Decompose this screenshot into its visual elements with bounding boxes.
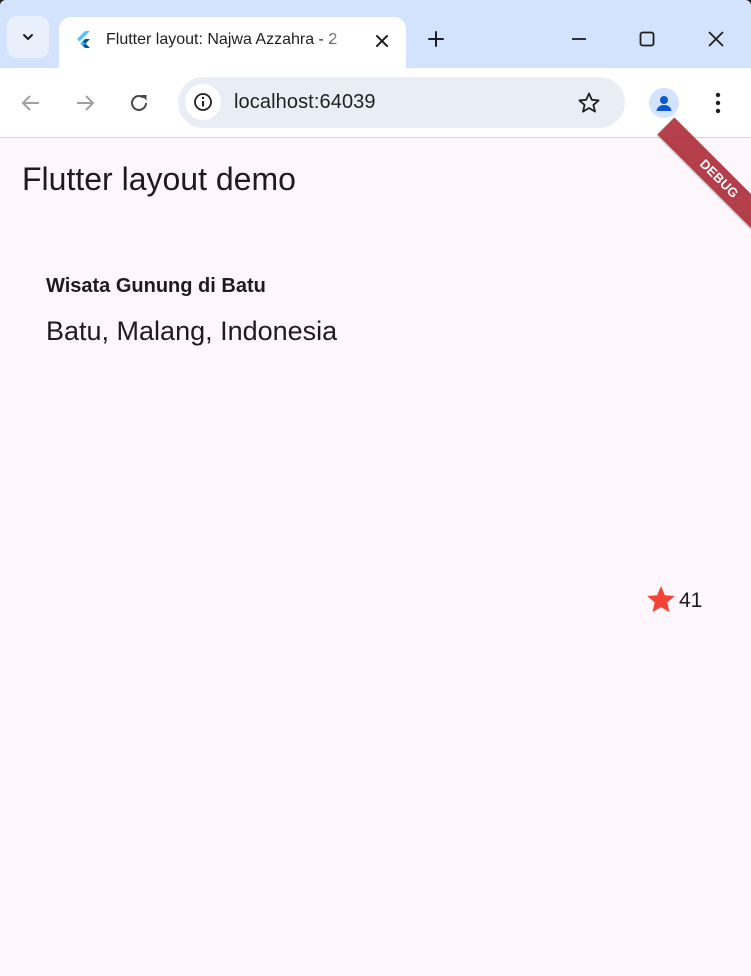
minimize-button[interactable] <box>564 24 594 54</box>
chevron-down-icon <box>23 34 33 40</box>
browser-toolbar: localhost:64039 <box>0 68 751 138</box>
star-icon <box>647 586 675 613</box>
profile-button[interactable] <box>649 88 679 118</box>
reload-button[interactable] <box>124 88 154 118</box>
back-button[interactable] <box>16 88 46 118</box>
forward-button[interactable] <box>70 88 100 118</box>
app-bar-title: Flutter layout demo <box>22 161 296 197</box>
browser-menu-button[interactable] <box>704 88 732 118</box>
person-icon <box>656 96 672 111</box>
close-icon <box>376 35 388 47</box>
minimize-icon <box>572 38 586 40</box>
browser-window: Flutter layout: Najwa Azzahra - 2 localh… <box>0 0 751 976</box>
browser-tab[interactable]: Flutter layout: Najwa Azzahra - 2 <box>59 17 406 68</box>
arrow-right-icon <box>77 95 95 111</box>
place-name: Wisata Gunung di Batu <box>46 275 266 297</box>
close-icon <box>708 31 724 47</box>
site-info-button[interactable] <box>185 84 221 120</box>
tab-title: Flutter layout: Najwa Azzahra - 2 <box>106 31 338 48</box>
star-outline-icon <box>578 92 600 113</box>
maximize-icon <box>639 31 655 47</box>
bookmark-button[interactable] <box>574 88 604 118</box>
address-bar[interactable]: localhost:64039 <box>178 77 625 128</box>
tab-close-button[interactable] <box>370 29 394 53</box>
flutter-icon <box>77 31 90 48</box>
url-text[interactable]: localhost:64039 <box>234 91 376 114</box>
flutter-page: Flutter layout demo Wisata Gunung di Bat… <box>0 117 751 976</box>
tab-search-button[interactable] <box>7 16 49 58</box>
maximize-button[interactable] <box>632 24 662 54</box>
kebab-menu-icon <box>715 92 721 114</box>
plus-icon <box>428 31 444 47</box>
tab-strip: Flutter layout: Najwa Azzahra - 2 <box>0 0 751 68</box>
reload-icon <box>131 94 147 111</box>
new-tab-button[interactable] <box>423 26 449 52</box>
info-icon <box>194 93 212 111</box>
close-window-button[interactable] <box>701 24 731 54</box>
rating-count: 41 <box>679 589 703 612</box>
debug-banner: DEBUG <box>0 117 751 976</box>
arrow-left-icon <box>21 95 39 111</box>
place-location: Batu, Malang, Indonesia <box>46 316 338 346</box>
